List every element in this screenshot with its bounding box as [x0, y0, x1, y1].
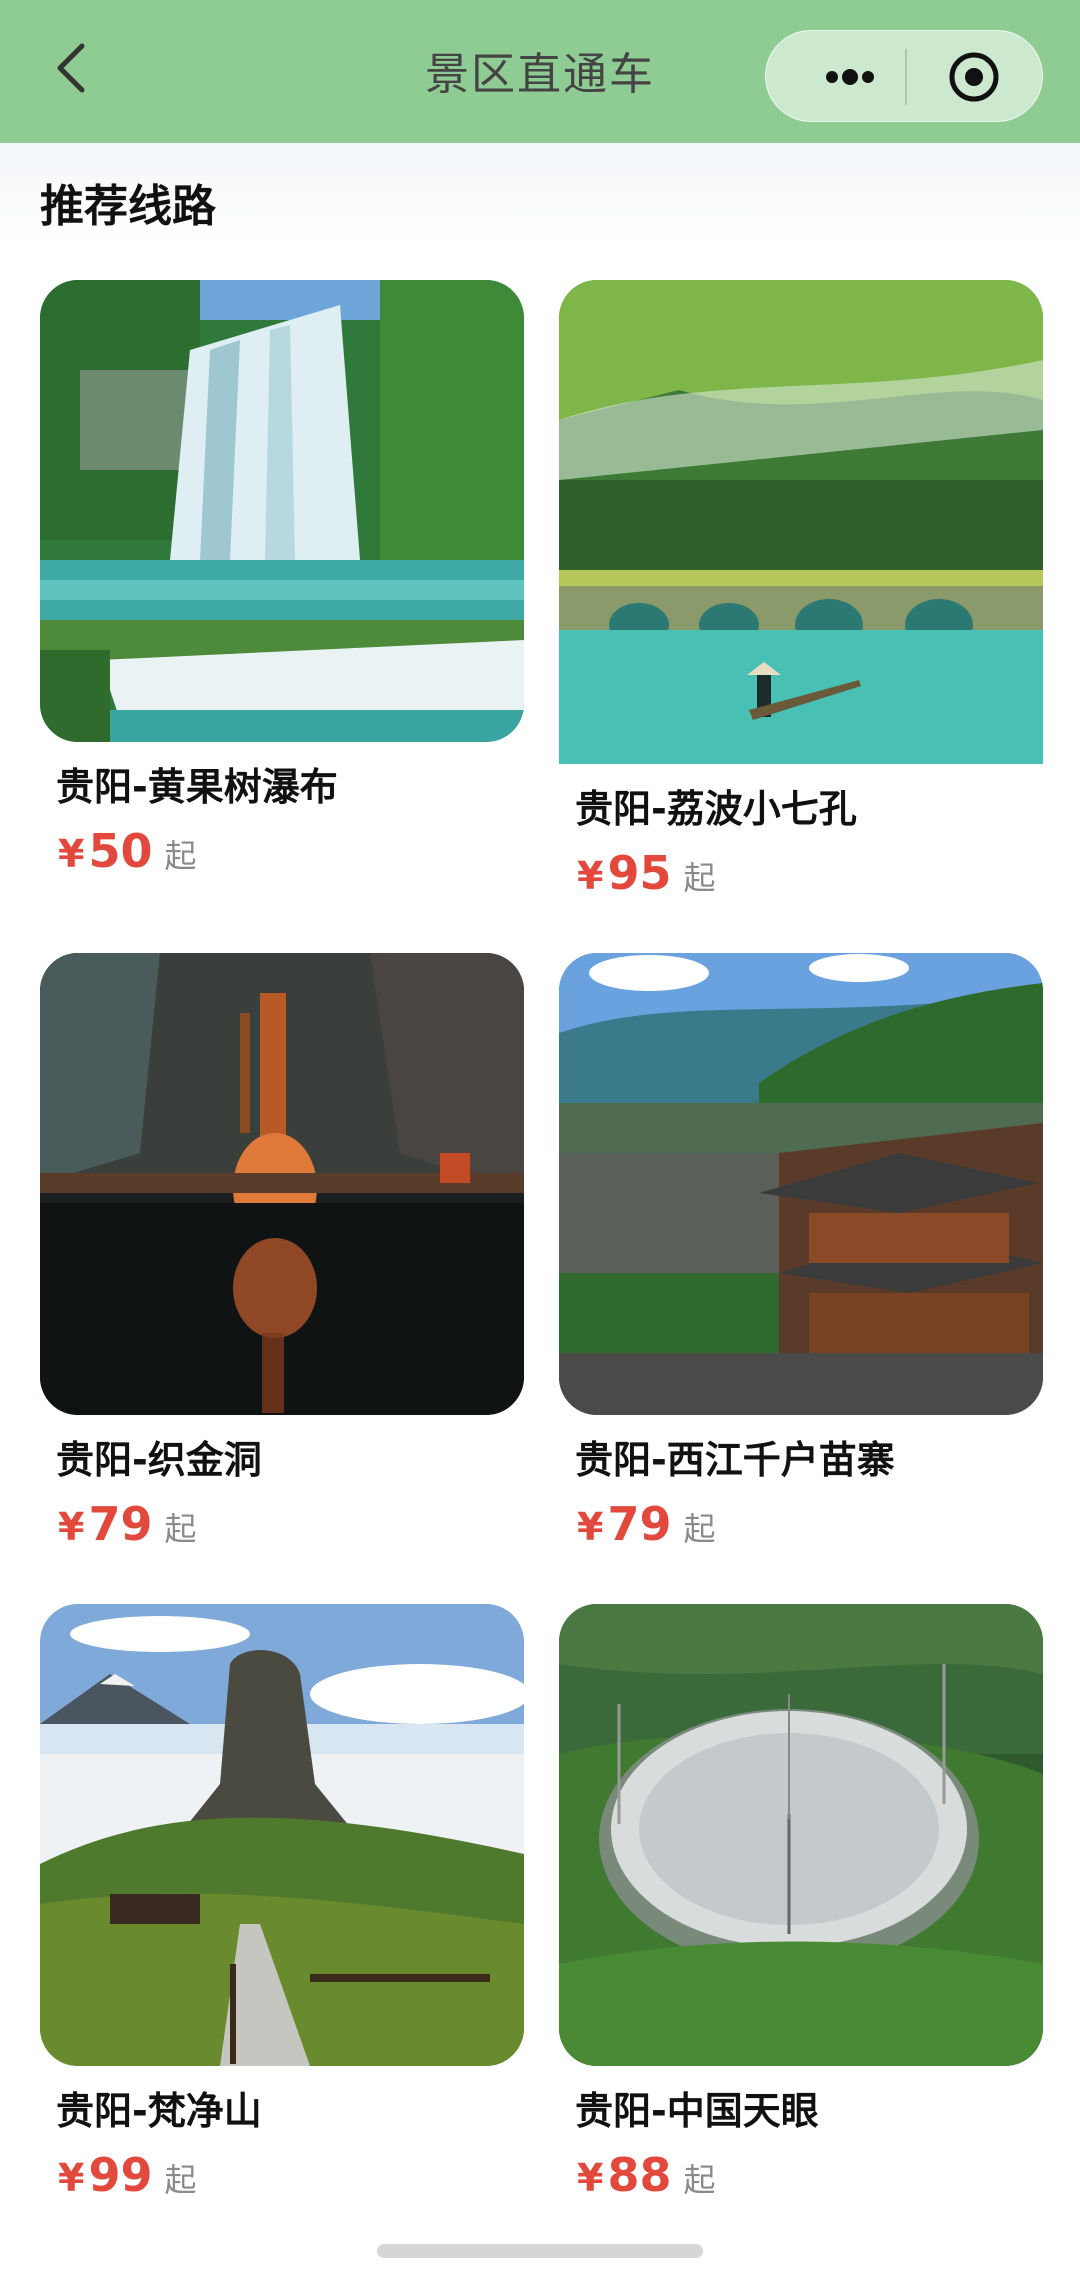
currency-symbol: ¥: [58, 832, 85, 876]
route-name: 贵阳-荔波小七孔: [575, 787, 857, 831]
route-name: 贵阳-织金洞: [56, 1438, 262, 1482]
route-name: 贵阳-中国天眼: [575, 2089, 819, 2133]
price-value: 50: [88, 824, 153, 878]
capsule-divider: [905, 49, 907, 105]
route-name: 贵阳-黄果树瀑布: [56, 765, 338, 809]
route-price: ¥79 起: [577, 1497, 715, 1557]
navigation-bar: 景区直通车: [0, 0, 1080, 143]
cave-image: [40, 953, 524, 1415]
route-image: [559, 280, 1043, 764]
more-dots-icon: [826, 69, 874, 85]
waterfall-image: [40, 280, 524, 742]
price-unit: 起: [164, 837, 197, 875]
price-value: 99: [88, 2148, 153, 2202]
route-price: ¥95 起: [577, 846, 715, 906]
mountain-peak-image: [40, 1604, 524, 2066]
more-button[interactable]: [806, 49, 892, 105]
route-image: [559, 1604, 1043, 2066]
price-unit: 起: [164, 2161, 197, 2199]
route-price: ¥79 起: [58, 1497, 196, 1557]
price-unit: 起: [683, 859, 716, 897]
price-unit: 起: [164, 1510, 197, 1548]
route-image: [559, 953, 1043, 1415]
route-image: [40, 1604, 524, 2066]
route-price: ¥50 起: [58, 824, 196, 884]
radio-telescope-image: [559, 1604, 1043, 2066]
route-name: 贵阳-西江千户苗寨: [575, 1438, 895, 1482]
currency-symbol: ¥: [577, 1505, 604, 1549]
miao-village-image: [559, 953, 1043, 1415]
section-title: 推荐线路: [40, 181, 216, 232]
close-button[interactable]: [936, 47, 1012, 107]
price-unit: 起: [683, 2161, 716, 2199]
price-value: 95: [607, 846, 672, 900]
stone-bridge-lake-image: [559, 280, 1043, 764]
price-value: 79: [88, 1497, 153, 1551]
currency-symbol: ¥: [577, 854, 604, 898]
target-circle-icon: [949, 52, 999, 102]
currency-symbol: ¥: [58, 2156, 85, 2200]
route-image: [40, 280, 524, 742]
currency-symbol: ¥: [577, 2156, 604, 2200]
price-value: 88: [607, 2148, 672, 2202]
mini-program-capsule: [765, 30, 1043, 122]
price-value: 79: [607, 1497, 672, 1551]
route-price: ¥88 起: [577, 2148, 715, 2208]
route-name: 贵阳-梵净山: [56, 2089, 262, 2133]
home-indicator[interactable]: [377, 2244, 703, 2258]
currency-symbol: ¥: [58, 1505, 85, 1549]
price-unit: 起: [683, 1510, 716, 1548]
route-price: ¥99 起: [58, 2148, 196, 2208]
route-image: [40, 953, 524, 1415]
